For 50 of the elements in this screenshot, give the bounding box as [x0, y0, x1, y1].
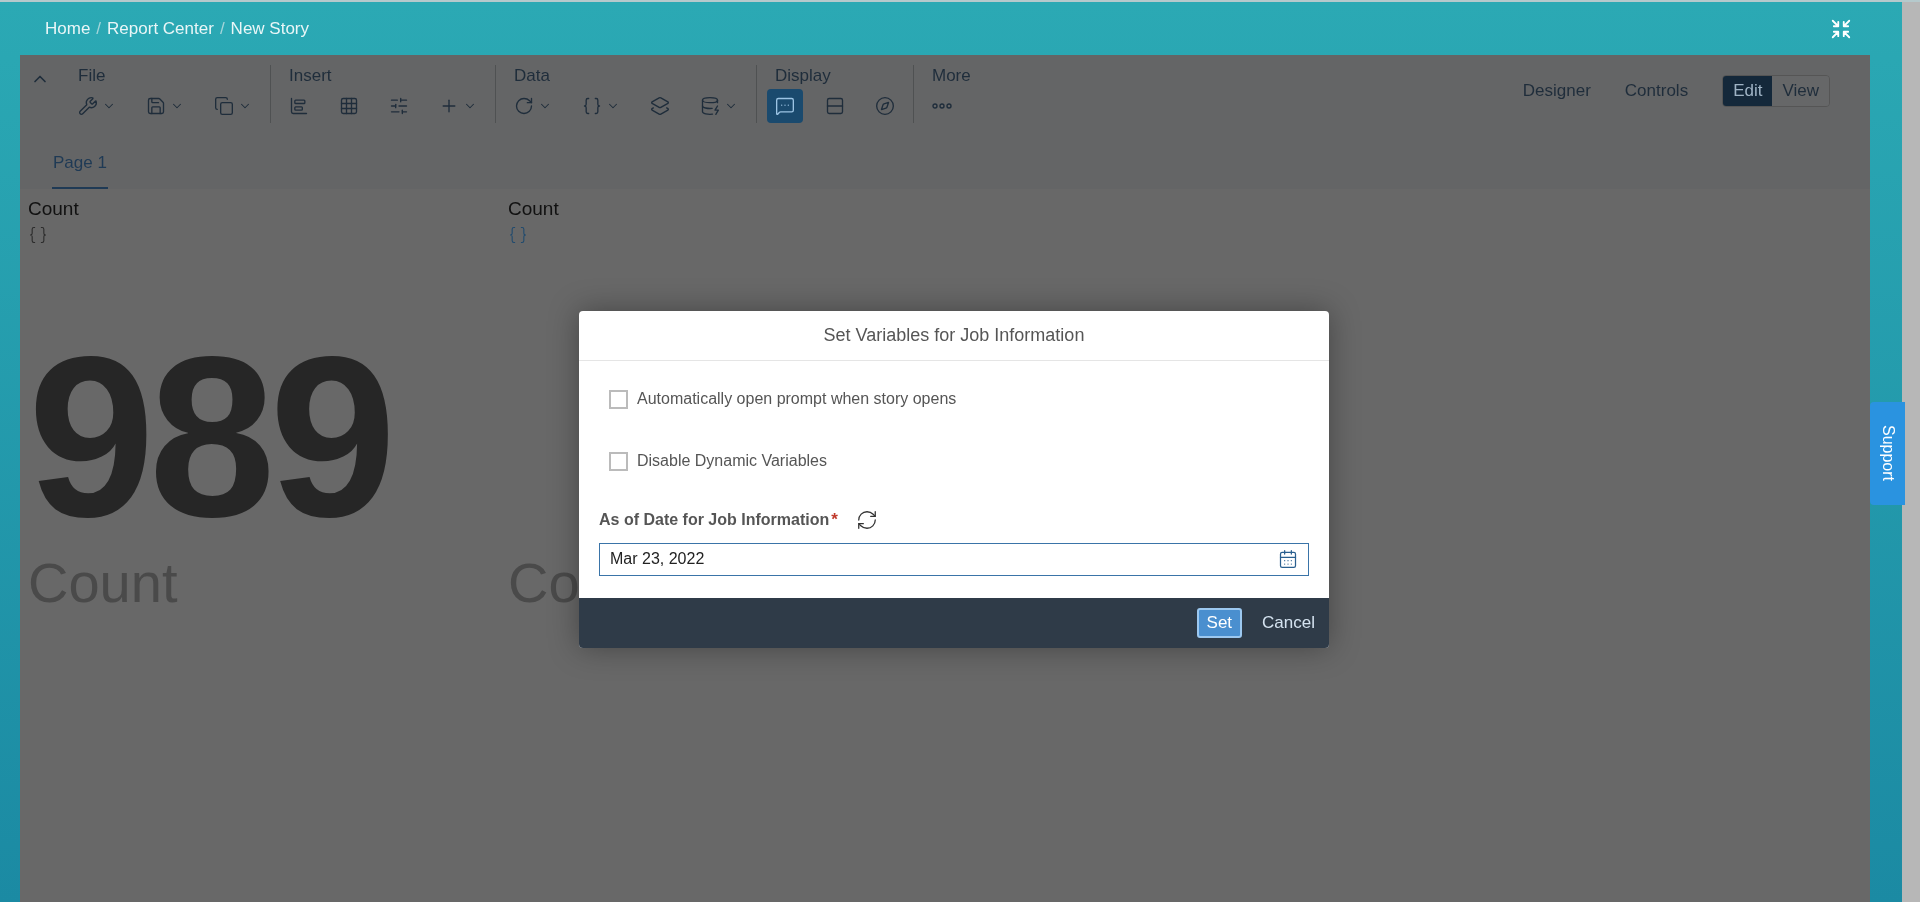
bar-chart-icon	[289, 96, 309, 116]
table-icon	[339, 96, 359, 116]
checkbox-label: Disable Dynamic Variables	[637, 451, 827, 471]
braces-icon	[582, 96, 602, 116]
refresh-icon	[514, 96, 534, 116]
database-icon	[700, 96, 720, 116]
required-mark: *	[831, 509, 838, 531]
tile-title: Count	[508, 197, 559, 221]
exit-fullscreen-icon[interactable]	[1830, 17, 1852, 40]
dialog-title: Set Variables for Job Information	[823, 324, 1085, 347]
toolbar-button[interactable]	[767, 89, 803, 123]
toolbar-group-label: File	[77, 65, 107, 87]
more-icon	[932, 103, 952, 109]
set-button[interactable]: Set	[1196, 607, 1243, 638]
support-tab[interactable]: Support	[1870, 402, 1905, 505]
mode-button[interactable]: Designer	[1522, 78, 1591, 104]
comment-icon	[775, 96, 795, 116]
sliders-icon	[389, 96, 409, 116]
refresh-icon[interactable]	[855, 508, 878, 531]
braces-icon	[508, 225, 528, 245]
cancel-button[interactable]: Cancel	[1262, 609, 1315, 636]
save-icon	[146, 96, 166, 116]
tile-title: Count	[28, 197, 79, 221]
copy-icon	[214, 96, 234, 116]
toolbar-group-label: Insert	[288, 65, 333, 87]
breadcrumb-link[interactable]: Report Center	[107, 15, 214, 42]
toolbar-group-label: More	[931, 65, 971, 87]
calendar-icon[interactable]	[1278, 549, 1298, 569]
toolbar-group-label: Data	[513, 65, 551, 87]
field-label: As of Date for Job Information	[599, 509, 830, 530]
kpi-value: 989	[28, 323, 391, 551]
breadcrumb-link[interactable]: Home	[45, 15, 91, 42]
page-tab[interactable]: Page 1	[52, 149, 108, 189]
toolbar-group-label: Display	[774, 65, 832, 87]
split-view-icon	[825, 96, 845, 116]
compass-icon	[875, 96, 895, 116]
date-input[interactable]: Mar 23, 2022	[610, 547, 1278, 571]
breadcrumb-separator: /	[219, 17, 225, 40]
layers-icon	[650, 96, 670, 116]
checkbox-label: Automatically open prompt when story opens	[637, 389, 957, 409]
checkbox[interactable]	[609, 389, 628, 409]
breadcrumb-link[interactable]: New Story	[230, 15, 310, 42]
mode-button[interactable]: Controls	[1624, 78, 1689, 104]
braces-icon	[28, 225, 48, 245]
checkbox[interactable]	[609, 451, 628, 471]
toggle-button[interactable]: Edit	[1723, 76, 1773, 106]
wrench-icon	[78, 96, 98, 116]
breadcrumb-separator: /	[96, 17, 102, 40]
date-field[interactable]: Mar 23, 2022	[599, 542, 1309, 576]
scrollbar[interactable]	[1902, 2, 1920, 902]
